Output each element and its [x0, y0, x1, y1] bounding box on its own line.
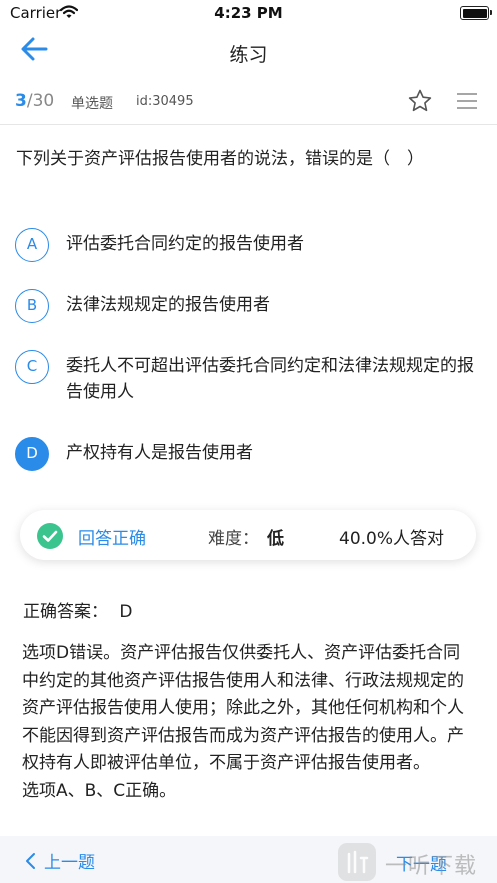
option-c-text: 委托人不可超出评估委托合同约定和法律法规规定的报告使用人 [66, 356, 474, 402]
correct-answer-value: D [119, 602, 133, 622]
correct-answer-label: 正确答案： [23, 602, 108, 622]
question-progress: 3/30 [15, 91, 54, 111]
question-total: /30 [26, 91, 55, 111]
option-d-text: 产权持有人是报告使用者 [66, 443, 253, 463]
list-icon[interactable] [456, 90, 478, 112]
option-d-letter: D [15, 437, 49, 471]
watermark: 一听下载 [337, 842, 497, 882]
page-title: 练习 [229, 44, 268, 66]
status-bar: Carrier 4:23 PM [0, 0, 497, 26]
divider [0, 124, 497, 125]
chevron-left-icon [26, 852, 35, 869]
option-c-letter: C [15, 350, 49, 384]
question-id: id:30495 [136, 94, 194, 109]
star-icon[interactable] [407, 88, 433, 114]
battery-icon [460, 6, 492, 20]
option-b-text: 法律法规规定的报告使用者 [66, 295, 270, 315]
analysis-paragraph: 选项D错误。资产评估报告仅供委托人、资产评估委托合同中约定的其他资产评估报告使用… [22, 643, 464, 773]
question-text: 下列关于资产评估报告使用者的说法，错误的是（ ） [16, 149, 424, 169]
result-label: 回答正确 [78, 529, 146, 549]
option-b-letter: B [15, 289, 49, 323]
nav-bar: 练习 [0, 26, 497, 76]
difficulty-label: 难度： [208, 529, 259, 549]
prev-question-button[interactable]: 上一题 [24, 848, 95, 873]
analysis-paragraph-2: 选项A、B、C正确。 [22, 780, 177, 801]
question-meta: 3/30 单选题 id:30495 [0, 88, 497, 116]
check-icon [37, 523, 63, 549]
analysis-text: 选项D错误。资产评估报告仅供委托人、资产评估委托合同中约定的其他资产评估报告使用… [22, 640, 477, 805]
watermark-text: 一听下载 [385, 854, 478, 879]
option-a-text: 评估委托合同约定的报告使用者 [66, 234, 304, 254]
accuracy-rate: 40.0%人答对 [339, 529, 445, 549]
prev-question-label: 上一题 [44, 853, 95, 873]
result-card: 回答正确 难度： 低 40.0%人答对 [20, 510, 476, 560]
difficulty-value: 低 [267, 529, 284, 549]
correct-answer: 正确答案： D [23, 597, 133, 622]
status-time: 4:23 PM [214, 4, 283, 22]
question-type: 单选题 [71, 96, 113, 112]
option-a-letter: A [15, 228, 49, 262]
watermark-logo-icon [338, 843, 376, 881]
question-current: 3 [15, 91, 27, 111]
